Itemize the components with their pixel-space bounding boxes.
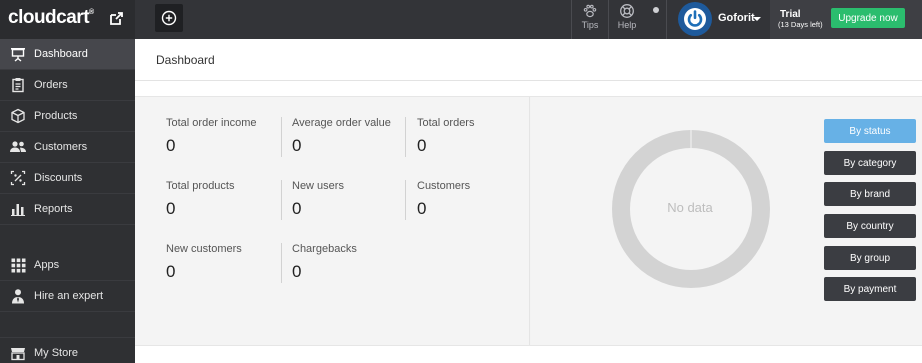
stat-label: Chargebacks <box>292 243 357 255</box>
top-bar: cloudcart® Tips Help Goforit Trial (13 D… <box>0 0 922 39</box>
trial-title: Trial <box>780 9 801 20</box>
stat-total-orders: Total orders 0 <box>417 117 537 156</box>
page-header: Dashboard <box>135 39 922 81</box>
stat-value: 0 <box>292 262 302 281</box>
stat-label: Total orders <box>417 117 475 129</box>
stat-divider <box>281 117 282 157</box>
filter-by-brand-button[interactable]: By brand <box>824 182 916 206</box>
chevron-down-icon[interactable] <box>753 17 761 21</box>
external-link-icon[interactable] <box>108 11 124 27</box>
sidebar-item-label: Apps <box>34 259 60 271</box>
power-icon <box>684 8 706 30</box>
discount-icon <box>0 170 34 186</box>
stat-value: 0 <box>292 136 302 155</box>
stat-value: 0 <box>166 199 176 218</box>
filter-by-status-button[interactable]: By status <box>824 119 916 143</box>
no-data-label: No data <box>667 200 713 215</box>
box-icon <box>0 108 34 124</box>
sidebar-item-label: Discounts <box>34 172 83 184</box>
stats-panel: Total order income 0 Average order value… <box>135 97 530 345</box>
stat-label: Total products <box>166 180 235 192</box>
stat-divider <box>281 243 282 283</box>
expert-icon <box>0 288 34 304</box>
stat-label: New customers <box>166 243 242 255</box>
bottom-strip <box>135 345 922 363</box>
notification-dot[interactable] <box>653 7 659 13</box>
bar-chart-icon <box>0 201 34 217</box>
user-menu-name[interactable]: Goforit <box>718 12 755 24</box>
clipboard-icon <box>0 77 34 93</box>
sidebar-item-label: Dashboard <box>34 48 88 60</box>
trial-area: Trial (13 Days left) Upgrade now <box>770 0 922 39</box>
stat-total-order-income: Total order income 0 <box>166 117 286 156</box>
user-avatar[interactable] <box>678 2 712 36</box>
help-button[interactable]: Help <box>609 3 645 30</box>
sidebar-item-label: Customers <box>34 141 88 153</box>
stat-value: 0 <box>166 136 176 155</box>
sidebar-item-label: Orders <box>34 79 68 91</box>
filter-by-category-button[interactable]: By category <box>824 151 916 175</box>
help-label: Help <box>617 20 637 30</box>
filter-by-group-button[interactable]: By group <box>824 246 916 270</box>
filter-by-payment-button[interactable]: By payment <box>824 277 916 301</box>
stat-value: 0 <box>292 199 302 218</box>
sidebar: Dashboard Orders Products Customers Disc… <box>0 39 135 363</box>
plus-circle-icon <box>161 10 177 26</box>
sidebar-item-apps[interactable]: Apps <box>0 250 135 281</box>
stat-new-users: New users 0 <box>292 180 412 219</box>
sidebar-item-hire-expert[interactable]: Hire an expert <box>0 281 135 312</box>
stat-label: Customers <box>417 180 471 192</box>
stat-chargebacks: Chargebacks 0 <box>292 243 412 282</box>
stat-total-products: Total products 0 <box>166 180 286 219</box>
sidebar-item-orders[interactable]: Orders <box>0 70 135 101</box>
tips-button[interactable]: Tips <box>572 3 608 30</box>
upgrade-button[interactable]: Upgrade now <box>831 8 905 28</box>
stat-label: New users <box>292 180 344 192</box>
sidebar-item-label: Hire an expert <box>34 290 104 302</box>
store-icon <box>0 345 34 361</box>
sidebar-item-label: Reports <box>34 203 73 215</box>
sidebar-item-dashboard[interactable]: Dashboard <box>0 39 135 70</box>
topbar-divider <box>666 0 667 39</box>
cloudcart-logo[interactable]: cloudcart® <box>8 7 94 29</box>
paw-icon <box>583 4 597 18</box>
sidebar-item-my-store[interactable]: My Store <box>0 337 135 363</box>
users-icon <box>0 139 34 155</box>
stat-customers: Customers 0 <box>417 180 537 219</box>
presentation-icon <box>0 46 34 62</box>
sidebar-item-label: Products <box>34 110 78 122</box>
stat-average-order-value: Average order value 0 <box>292 117 412 156</box>
stat-value: 0 <box>166 262 176 281</box>
stat-label: Average order value <box>292 117 391 129</box>
stat-value: 0 <box>417 199 427 218</box>
stat-divider <box>281 180 282 220</box>
quick-add-button[interactable] <box>155 4 183 32</box>
lifebuoy-icon <box>620 4 634 18</box>
sidebar-item-reports[interactable]: Reports <box>0 194 135 225</box>
sidebar-item-customers[interactable]: Customers <box>0 132 135 163</box>
stat-label: Total order income <box>166 117 257 129</box>
logo-mark: ® <box>89 9 94 16</box>
logo-text: cloudcart <box>8 7 90 28</box>
grid-icon <box>0 258 34 273</box>
sidebar-item-products[interactable]: Products <box>0 101 135 132</box>
tips-label: Tips <box>581 20 599 30</box>
page-title: Dashboard <box>156 53 215 67</box>
stat-divider <box>405 117 406 157</box>
stat-value: 0 <box>417 136 427 155</box>
content-spacer <box>135 81 922 97</box>
sidebar-item-discounts[interactable]: Discounts <box>0 163 135 194</box>
main-content: Dashboard Total order income 0 Average o… <box>135 39 922 363</box>
sidebar-item-label: My Store <box>34 347 79 359</box>
stat-new-customers: New customers 0 <box>166 243 286 282</box>
logo-area: cloudcart® <box>0 0 135 39</box>
trial-days-left: (13 Days left) <box>778 20 823 29</box>
filter-by-country-button[interactable]: By country <box>824 214 916 238</box>
stat-divider <box>405 180 406 220</box>
